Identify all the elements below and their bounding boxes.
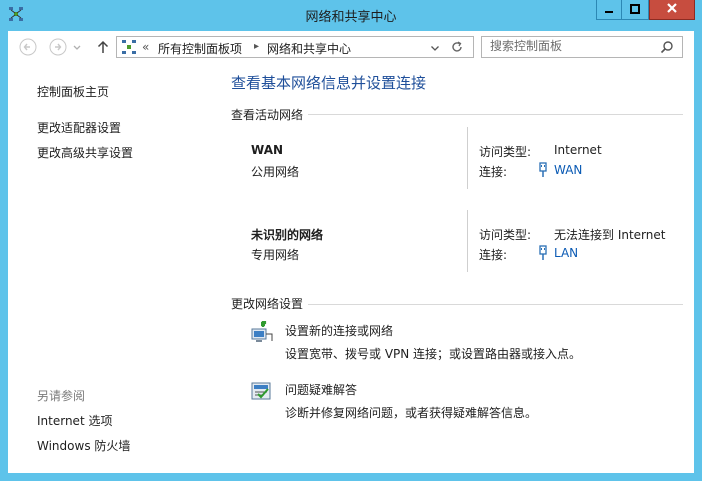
divider [308,304,683,305]
minimize-button[interactable] [596,0,622,20]
network-category[interactable]: 公用网络 [251,163,299,180]
ethernet-icon [537,162,549,181]
recent-pages-button[interactable] [71,39,83,57]
access-type-value: 无法连接到 Internet [554,228,666,242]
network-name: 未识别的网络 [251,228,324,242]
address-bar[interactable]: « 所有控制面板项 ▸ 网络和共享中心 [116,36,474,58]
search-input[interactable] [490,39,655,53]
breadcrumb-separator[interactable]: ▸ [254,41,259,52]
troubleshoot-icon [250,380,274,407]
back-arrow-icon [19,38,37,59]
sidebar-change-advanced-sharing[interactable]: 更改高级共享设置 [37,144,133,161]
breadcrumb-all-items[interactable]: 所有控制面板项 [158,40,242,57]
address-dropdown-icon[interactable] [430,42,440,56]
see-also-internet-options[interactable]: Internet 选项 [37,412,112,429]
access-type-label: 访问类型: [479,145,532,159]
up-arrow-icon [96,40,110,57]
sidebar-control-panel-home[interactable]: 控制面板主页 [37,83,109,100]
see-also-windows-firewall[interactable]: Windows 防火墙 [37,437,130,454]
title-bar[interactable]: 网络和共享中心 [0,0,702,31]
setup-new-connection-desc: 设置宽带、拨号或 VPN 连接；或设置路由器或接入点。 [285,347,582,361]
search-box[interactable] [481,36,683,58]
client-area: « 所有控制面板项 ▸ 网络和共享中心 控制面板主页 更改适配器设置 [8,31,694,473]
forward-button[interactable] [49,38,67,59]
divider [467,127,468,189]
breadcrumb-current[interactable]: 网络和共享中心 [267,40,351,57]
forward-arrow-icon [49,38,67,59]
change-settings-title: 更改网络设置 [231,297,304,311]
sidebar-change-adapter-settings[interactable]: 更改适配器设置 [37,119,121,136]
divider [467,210,468,272]
close-icon [666,2,678,17]
access-type-label: 访问类型: [479,228,532,242]
maximize-icon [630,3,640,17]
maximize-button[interactable] [622,0,649,20]
network-category[interactable]: 专用网络 [251,246,299,263]
address-overflow[interactable]: « [142,40,149,54]
setup-new-connection-link[interactable]: 设置新的连接或网络 [285,322,393,339]
window: 网络和共享中心 « 所有控制面板项 ▸ 网络和共享中心 搜索控制面板 控制面板主… [0,0,702,481]
connection-label: 连接: [479,248,508,262]
navigation-bar: « 所有控制面板项 ▸ 网络和共享中心 [8,31,694,65]
minimize-icon [604,3,614,17]
new-connection-icon [250,321,274,348]
divider [308,114,683,115]
refresh-icon[interactable] [450,40,464,57]
back-button[interactable] [19,38,37,59]
network-name: WAN [251,143,284,157]
chevron-down-icon [72,41,82,55]
active-networks-title: 查看活动网络 [231,108,304,122]
close-button[interactable] [649,0,695,20]
page-title: 查看基本网络信息并设置连接 [231,74,427,92]
see-also-title: 另请参阅 [37,389,86,403]
access-type-value: Internet [554,143,602,157]
up-button[interactable] [94,39,112,57]
connection-link-lan[interactable]: LAN [554,246,578,260]
connection-link-wan[interactable]: WAN [554,163,582,177]
connection-label: 连接: [479,165,508,179]
troubleshoot-link[interactable]: 问题疑难解答 [285,381,357,398]
search-icon[interactable] [660,40,674,57]
ethernet-icon [537,245,549,264]
control-panel-icon [121,39,137,58]
troubleshoot-desc: 诊断并修复网络问题，或者获得疑难解答信息。 [285,406,538,420]
